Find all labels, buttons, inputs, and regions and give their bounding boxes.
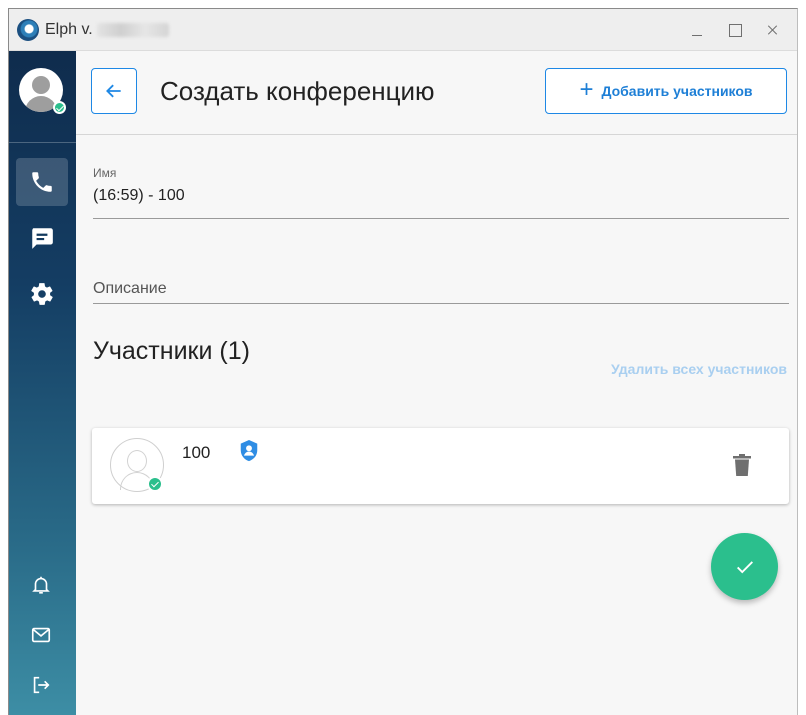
sidebar-item-calls[interactable] <box>16 158 68 206</box>
main-content: Создать конференцию + Добавить участнико… <box>76 51 797 715</box>
sidebar-item-notifications[interactable] <box>23 567 59 603</box>
sidebar-item-chats[interactable] <box>16 214 68 262</box>
description-field[interactable]: Описание <box>93 268 789 304</box>
participant-name: 100 <box>182 443 211 462</box>
logout-icon <box>33 676 50 694</box>
check-icon <box>736 560 753 573</box>
close-button[interactable] <box>765 22 781 38</box>
name-field-value[interactable]: (16:59) - 100 <box>93 187 185 205</box>
sidebar-item-mail[interactable] <box>23 617 59 653</box>
sidebar-divider <box>9 142 76 143</box>
participant-row: 100 <box>92 428 789 504</box>
page-header: Создать конференцию + Добавить участнико… <box>76 51 797 135</box>
arrow-left-icon <box>106 84 121 98</box>
add-participants-button[interactable]: + Добавить участников <box>545 68 787 114</box>
version-redacted <box>96 22 169 37</box>
app-title: Elph v. <box>45 20 93 38</box>
online-status-icon <box>53 101 66 114</box>
mail-icon <box>31 627 51 643</box>
name-field-label: Имя <box>93 166 117 180</box>
sidebar-item-logout[interactable] <box>23 667 59 703</box>
sidebar-item-settings[interactable] <box>16 270 68 318</box>
phone-icon <box>32 172 52 192</box>
sidebar <box>9 51 76 715</box>
window-controls <box>689 22 781 38</box>
app-window: Elph v. Создать конференцию + Добавить у… <box>8 8 798 715</box>
minimize-button[interactable] <box>689 22 705 38</box>
name-field[interactable]: Имя (16:59) - 100 <box>93 166 789 219</box>
title-bar: Elph v. <box>9 9 797 51</box>
user-avatar[interactable] <box>19 68 66 114</box>
confirm-button[interactable] <box>711 533 778 600</box>
back-button[interactable] <box>91 68 137 114</box>
gear-icon <box>31 283 53 305</box>
bell-icon <box>32 576 50 594</box>
online-status-icon <box>147 476 163 492</box>
description-placeholder: Описание <box>93 280 167 297</box>
app-logo-icon <box>17 18 39 41</box>
page-title: Создать конференцию <box>160 76 435 106</box>
trash-icon[interactable] <box>733 454 751 476</box>
shield-user-icon <box>240 440 258 462</box>
participant-avatar <box>110 438 164 492</box>
maximize-button[interactable] <box>727 22 743 38</box>
plus-icon: + <box>579 76 594 103</box>
remove-all-participants-button[interactable]: Удалить всех участников <box>611 361 787 377</box>
participants-title: Участники (1) <box>93 337 250 365</box>
add-participants-label: Добавить участников <box>601 83 753 99</box>
chat-icon <box>32 228 53 249</box>
